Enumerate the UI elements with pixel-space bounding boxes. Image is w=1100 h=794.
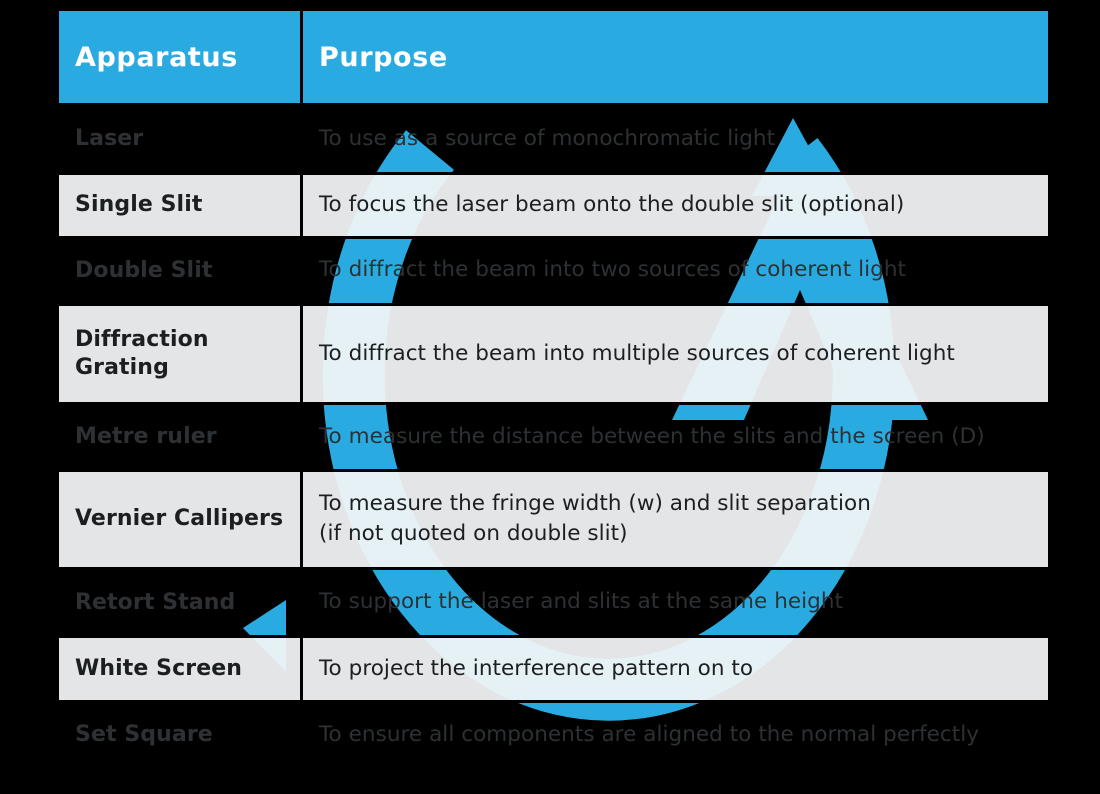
cell-apparatus: Diffraction Grating: [56, 302, 303, 406]
purpose-line: To measure the distance between the slit…: [319, 423, 985, 449]
cell-purpose: To diffract the beam into multiple sourc…: [300, 302, 1051, 406]
purpose-line: To support the laser and slits at the sa…: [319, 589, 844, 615]
cell-apparatus: White Screen: [56, 635, 303, 703]
table-row: Single Slit To focus the laser beam onto…: [56, 172, 1051, 239]
cell-apparatus: Metre ruler: [56, 402, 303, 472]
column-header-purpose: Purpose: [300, 8, 1051, 106]
table-row: Set Square To ensure all components are …: [56, 699, 1051, 771]
purpose-line: To project the interference pattern on t…: [319, 655, 754, 681]
purpose-line: To measure the fringe width (w) and slit…: [319, 490, 871, 516]
purpose-line: To use as a source of monochromatic ligh…: [319, 125, 776, 151]
cell-purpose: To measure the distance between the slit…: [300, 402, 1051, 472]
table-body: Laser To use as a source of monochromati…: [56, 102, 1051, 771]
table-row: Metre ruler To measure the distance betw…: [56, 402, 1051, 472]
apparatus-line: Diffraction: [75, 326, 209, 352]
cell-purpose: To ensure all components are aligned to …: [300, 699, 1051, 771]
cell-apparatus: Single Slit: [56, 172, 303, 239]
purpose-line: To focus the laser beam onto the double …: [319, 192, 905, 218]
cell-purpose: To measure the fringe width (w) and slit…: [300, 468, 1051, 571]
cell-purpose: To project the interference pattern on t…: [300, 635, 1051, 703]
apparatus-line: Grating: [75, 355, 169, 381]
cell-purpose: To focus the laser beam onto the double …: [300, 172, 1051, 239]
table-row: White Screen To project the interference…: [56, 635, 1051, 703]
table-row: Diffraction Grating To diffract the beam…: [56, 302, 1051, 406]
apparatus-purpose-table: Apparatus Purpose Laser To use as a sour…: [56, 8, 1051, 771]
cell-apparatus: Vernier Callipers: [56, 468, 303, 571]
header-row: Apparatus Purpose: [56, 8, 1051, 106]
table-row: Vernier Callipers To measure the fringe …: [56, 468, 1051, 571]
cell-apparatus: Set Square: [56, 699, 303, 771]
screenshot-root: Apparatus Purpose Laser To use as a sour…: [0, 0, 1100, 794]
table-header: Apparatus Purpose: [56, 8, 1051, 106]
column-header-apparatus: Apparatus: [56, 8, 303, 106]
cell-apparatus: Laser: [56, 102, 303, 176]
table-row: Laser To use as a source of monochromati…: [56, 102, 1051, 176]
table-row: Retort Stand To support the laser and sl…: [56, 567, 1051, 639]
cell-purpose: To use as a source of monochromatic ligh…: [300, 102, 1051, 176]
cell-apparatus: Double Slit: [56, 235, 303, 306]
table-row: Double Slit To diffract the beam into tw…: [56, 235, 1051, 306]
purpose-line: To diffract the beam into multiple sourc…: [319, 340, 955, 366]
purpose-line: To diffract the beam into two sources of…: [319, 257, 906, 283]
cell-apparatus: Retort Stand: [56, 567, 303, 639]
purpose-line: To ensure all components are aligned to …: [319, 721, 980, 747]
cell-purpose: To diffract the beam into two sources of…: [300, 235, 1051, 306]
purpose-line: (if not quoted on double slit): [319, 521, 628, 547]
cell-purpose: To support the laser and slits at the sa…: [300, 567, 1051, 639]
